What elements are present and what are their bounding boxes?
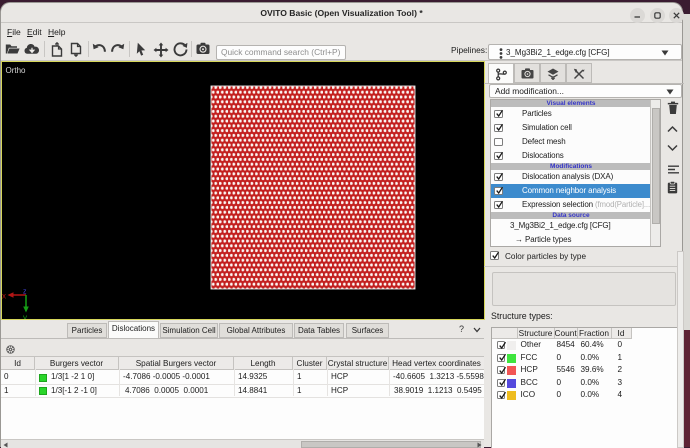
svg-text:z: z bbox=[23, 289, 27, 296]
svg-text:y: y bbox=[23, 313, 27, 320]
svg-text:x: x bbox=[2, 292, 6, 301]
